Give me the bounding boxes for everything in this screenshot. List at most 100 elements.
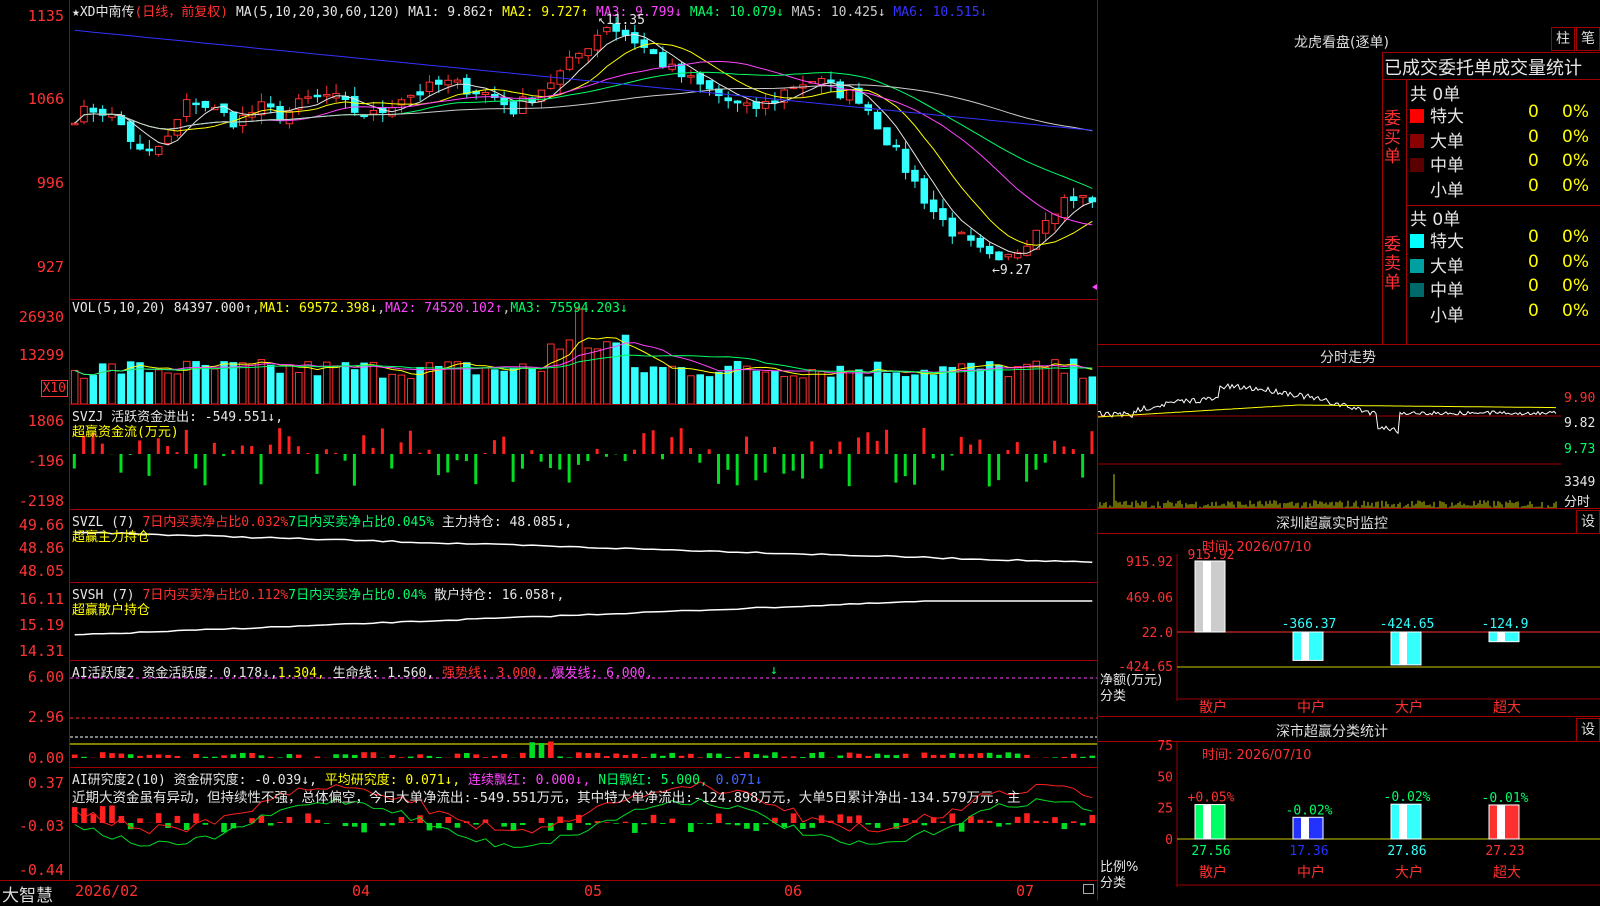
- classify-delta: -0.02%: [1384, 790, 1431, 805]
- research-bar: [520, 823, 526, 825]
- monitor-bar-value: -424.65: [1380, 617, 1435, 632]
- order-size-label: 特大: [1430, 107, 1464, 127]
- svzl-y-tick: 48.05: [19, 562, 64, 580]
- stock-title[interactable]: ★XD中南传: [72, 5, 134, 20]
- candle-down: [902, 149, 909, 172]
- volume-bar-down: [501, 371, 508, 404]
- dragon-panel[interactable]: 龙虎看盘(逐单) 柱 笔 已成交委托单成交量统计 委买单 共 0单 特大00%大…: [1098, 0, 1600, 344]
- svzl-y-axis: 49.66 48.86 48.05: [0, 510, 70, 582]
- candle-up: [323, 95, 330, 97]
- flow-bar-out: [988, 454, 991, 486]
- volume-bar-up: [548, 344, 555, 404]
- volume-bar-down: [772, 371, 779, 404]
- tick-view-button[interactable]: 笔: [1576, 27, 1600, 51]
- candle-down: [921, 179, 928, 203]
- active-bar: [175, 756, 181, 758]
- candle-down: [1089, 198, 1096, 202]
- volume-bar-down: [650, 367, 657, 404]
- flow-bar-in: [1062, 446, 1065, 454]
- intraday-y-tick: 9.73: [1564, 442, 1595, 457]
- candle-down: [464, 78, 471, 94]
- research-bar: [380, 823, 386, 826]
- classify-panel[interactable]: 深市超赢分类统计 设 时间: 2026/07/10 7550250+0.05%2…: [1098, 717, 1600, 900]
- monitor-panel[interactable]: 深圳超赢实时监控 设 时间: 2026/07/10 915.92469.0622…: [1098, 509, 1600, 716]
- active-bar: [240, 753, 246, 758]
- classify-bar-highlight: [1301, 817, 1309, 839]
- research-bar: [903, 818, 909, 823]
- order-row: 大单00%: [1410, 252, 1600, 277]
- volume-panel[interactable]: VOL(5,10,20) 84397.000↑,MA1: 69572.398↓,…: [70, 300, 1097, 405]
- active-bar: [893, 755, 899, 758]
- active-bar: [352, 755, 358, 758]
- volume-header: VOL(5,10,20) 84397.000↑,MA1: 69572.398↓,…: [72, 301, 628, 316]
- active-bar: [548, 742, 554, 758]
- research-bar: [109, 805, 115, 823]
- ai-research-panel[interactable]: AI研究度2(10) 资金研究度: -0.039↓, 平均研究度: 0.071↓…: [70, 768, 1097, 880]
- research-bar: [455, 823, 461, 828]
- active-bar: [137, 756, 143, 758]
- intraday-panel[interactable]: 分时走势 9.90 9.82 9.73 3349 分时: [1098, 345, 1600, 508]
- date-tick: 07: [1016, 882, 1034, 900]
- flow-bar-in: [269, 445, 272, 454]
- bar-view-button[interactable]: 柱: [1551, 27, 1575, 51]
- monitor-y-tick: 469.06: [1126, 591, 1173, 606]
- research-bar: [268, 823, 274, 826]
- classify-cat-label: 分类: [1100, 872, 1126, 891]
- ai-active-panel[interactable]: ↓ AI活跃度2 资金活跃度: 0.178↓,1.304, 生命线: 1.560…: [70, 661, 1097, 768]
- flow-bar-in: [596, 449, 599, 454]
- research-bar: [940, 822, 946, 823]
- volume-bar-up: [800, 378, 807, 404]
- flow-bar-out: [147, 454, 150, 476]
- volume-bar-down: [706, 377, 713, 404]
- ma-params: MA(5,10,20,30,60,120): [236, 5, 400, 20]
- svzl-panel[interactable]: SVZL (7) 7日内买卖净占比0.032%7日内买卖净占比0.045% 主力…: [70, 510, 1097, 583]
- classify-category: 散户: [1199, 864, 1227, 881]
- candle-down: [193, 103, 200, 105]
- classify-value: 27.23: [1485, 844, 1524, 859]
- volume-bar-down: [90, 376, 97, 404]
- kline-y-axis: 1135 1066 996 927: [0, 0, 70, 299]
- scroll-marker-icon: [1092, 284, 1097, 290]
- candle-down: [137, 144, 144, 149]
- intraday-y-tick: 9.90: [1564, 391, 1595, 406]
- volume-bar-down: [986, 362, 993, 404]
- active-bar: [1052, 757, 1058, 758]
- active-bar: [193, 754, 199, 758]
- order-count: 0: [1528, 227, 1539, 247]
- order-count: 0: [1528, 252, 1539, 272]
- ai-active-label: AI活跃度2: [72, 666, 134, 681]
- classify-y-tick: 0: [1165, 833, 1173, 848]
- candle-down: [90, 108, 97, 112]
- candle-up: [688, 76, 695, 78]
- svsh-panel[interactable]: SVSH (7) 7日内买卖净占比0.112%7日内买卖净占比0.04% 散户持…: [70, 583, 1097, 661]
- kline-panel[interactable]: ★XD中南传(日线，前复权) MA(5,10,20,30,60,120) MA1…: [70, 0, 1097, 300]
- volume-bar-up: [744, 366, 751, 404]
- candle-up: [520, 97, 527, 114]
- active-bar: [819, 752, 825, 758]
- active-bar: [837, 755, 843, 758]
- svsh-subtitle: 超赢散户持仓: [72, 599, 150, 618]
- monitor-bar-value: -366.37: [1282, 617, 1337, 632]
- flow-bar-out: [913, 454, 916, 485]
- volume-bar-down: [436, 366, 443, 404]
- flow-bar-out: [558, 454, 561, 470]
- lock-icon[interactable]: [1083, 884, 1094, 894]
- svsh-y-tick: 16.11: [19, 590, 64, 608]
- svzj-panel[interactable]: SVZJ 活跃资金进出: -549.551↓, 超赢资金流(万元): [70, 405, 1097, 510]
- flow-bar-out: [764, 454, 767, 473]
- candle-down: [417, 92, 424, 95]
- flow-bar-out: [568, 454, 571, 483]
- flow-bar-out: [726, 454, 729, 470]
- flow-bar-out: [736, 454, 739, 485]
- candle-down: [697, 74, 704, 84]
- volume-bar-up: [81, 378, 88, 404]
- brand-label[interactable]: 大智慧: [2, 881, 53, 906]
- active-bar: [464, 753, 470, 758]
- flow-bar-out: [512, 454, 515, 482]
- order-percent: 0%: [1562, 227, 1589, 247]
- active-bar: [212, 757, 218, 758]
- ai-research-y-tick: 0.37: [28, 774, 64, 792]
- active-bar: [697, 757, 703, 758]
- flow-bar-out: [848, 454, 851, 486]
- svzl-subtitle: 超赢主力持仓: [72, 526, 150, 545]
